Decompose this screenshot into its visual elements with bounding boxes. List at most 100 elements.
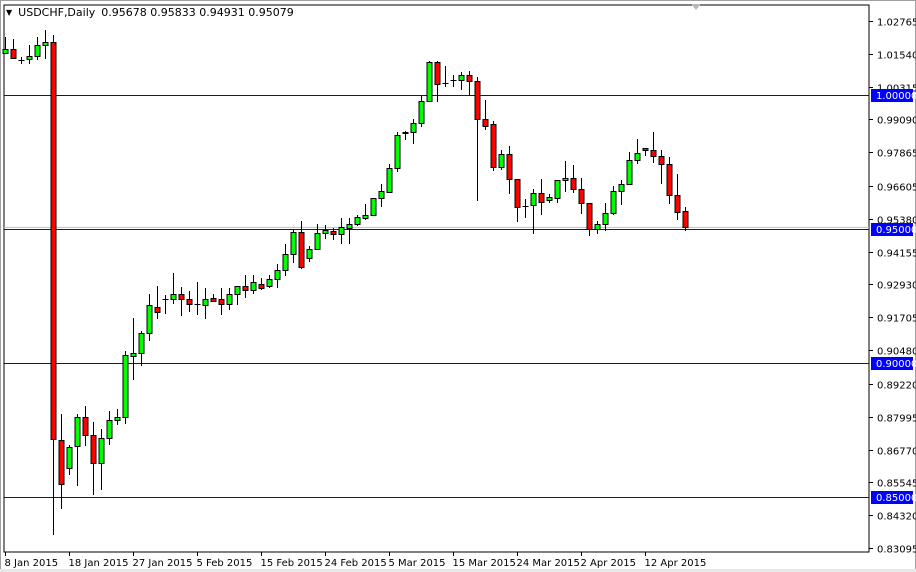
candle [370,198,377,216]
candle-body-bullish [130,353,137,357]
candle-body-bullish [122,355,129,418]
candle-body-bullish [354,217,361,225]
candle-body-bullish [530,193,537,206]
candle-body-bullish [346,224,353,229]
candle-body-bearish [666,164,673,196]
candle-body-bullish [626,160,633,185]
candle-body-bullish [618,184,625,192]
candle-body-bearish [402,132,409,134]
candle-body-bullish [594,224,601,230]
candle [386,164,393,193]
y-tick-label: 0.99090 [877,116,916,127]
candle-body-bearish [218,299,225,305]
candle-body-bullish [602,213,609,225]
candle-body-bullish [458,75,465,81]
candle-body-bullish [338,227,345,235]
candle-body-bearish [330,231,337,235]
candle-body-bearish [490,124,497,168]
y-tick-label: 0.96605 [877,183,916,194]
candle-body-bearish [10,49,17,59]
candle-body-bullish [106,420,113,439]
candle-body-bearish [178,294,185,300]
level-price-label: 0.85000 [876,493,916,504]
y-tick-label: 1.01540 [877,51,916,62]
level-price-label: 0.90000 [876,359,916,370]
candle-body-bearish [650,150,657,157]
candle [426,61,433,102]
y-tick-label: 0.90480 [877,347,916,358]
collapse-triangle-icon[interactable]: ▼ [6,8,12,17]
candle-body-bearish [586,203,593,230]
candle-body-bearish [154,307,161,313]
y-tick-label: 1.02765 [877,18,916,29]
candle-body-bearish [90,435,97,464]
x-tick-label: 24 Feb 2015 [325,558,387,569]
candle-body-bullish [562,178,569,181]
chart-header: ▼ USDCHF,Daily 0.95678 0.95833 0.94931 0… [6,6,294,19]
candle-body-bullish [226,294,233,305]
x-tick-label: 24 Mar 2015 [517,558,580,569]
candle-body-bearish [642,148,649,151]
candle-body-bullish [202,299,209,306]
symbol-timeframe: USDCHF,Daily [18,6,96,19]
candle-body-bullish [274,270,281,280]
candle-body-bullish [114,417,121,421]
y-tick-label: 0.83095 [877,545,916,556]
x-tick-label: 15 Mar 2015 [453,558,516,569]
y-tick-label: 0.86770 [877,447,916,458]
candle-body-bearish [482,119,489,127]
candle-body-bullish [26,56,33,60]
candle-body-bullish [306,249,313,259]
candle-body-bullish [2,49,9,54]
candle-body-bullish [170,294,177,300]
candle-body-bullish [314,233,321,250]
candle-body-bearish [50,42,57,440]
candlestick-chart[interactable]: 1.027651.015401.003150.990900.978650.966… [0,0,916,572]
candle-body-bearish [298,232,305,268]
candle [394,132,401,172]
candle-body-bearish [514,179,521,208]
candle [122,351,129,424]
candle-body-bullish [34,45,41,57]
level-price-label: 1.00000 [876,91,916,102]
candle-body-bullish [42,42,49,46]
candle-body-bearish [658,156,665,165]
scroll-shift-marker-icon[interactable] [691,4,701,10]
y-tick-label: 0.97865 [877,149,916,160]
candle-body-bullish [282,254,289,271]
candle-body-bullish [146,305,153,334]
candle-body-bearish [82,417,89,436]
x-tick-label: 5 Feb 2015 [197,558,253,569]
candle-body-bullish [290,232,297,255]
candle-body-bearish [186,299,193,305]
candle-body-bullish [546,197,553,201]
x-tick-label: 2 Apr 2015 [581,558,636,569]
candle-body-bullish [66,447,73,469]
candle-body-bullish [394,135,401,169]
candle-body-bullish [370,198,377,216]
candle-body-bullish [610,191,617,214]
candle-body-bearish [434,62,441,85]
candle-body-bearish [674,195,681,213]
candle-body-bearish [474,81,481,120]
y-tick-label: 0.85545 [877,479,916,490]
y-tick-label: 0.84320 [877,512,916,523]
candle-body-bearish [570,178,577,190]
candle-body-bullish [362,215,369,219]
candle-body-bullish [426,62,433,102]
candle-body-bearish [578,189,585,204]
candle-body-bullish [386,168,393,193]
candle [490,121,497,171]
candle-body-bullish [138,333,145,354]
x-tick-label: 12 Apr 2015 [645,558,707,569]
candle-body-bullish [322,230,329,234]
candle-body-bullish [234,286,241,295]
candle-body-bearish [58,440,65,485]
candle-body-bullish [250,282,257,291]
candle-body-bullish [98,438,105,464]
y-tick-label: 0.89220 [877,381,916,392]
y-tick-label: 0.87995 [877,414,916,425]
candle-body-bullish [418,101,425,124]
x-tick-label: 8 Jan 2015 [5,558,59,569]
candle-body-bullish [498,154,505,168]
